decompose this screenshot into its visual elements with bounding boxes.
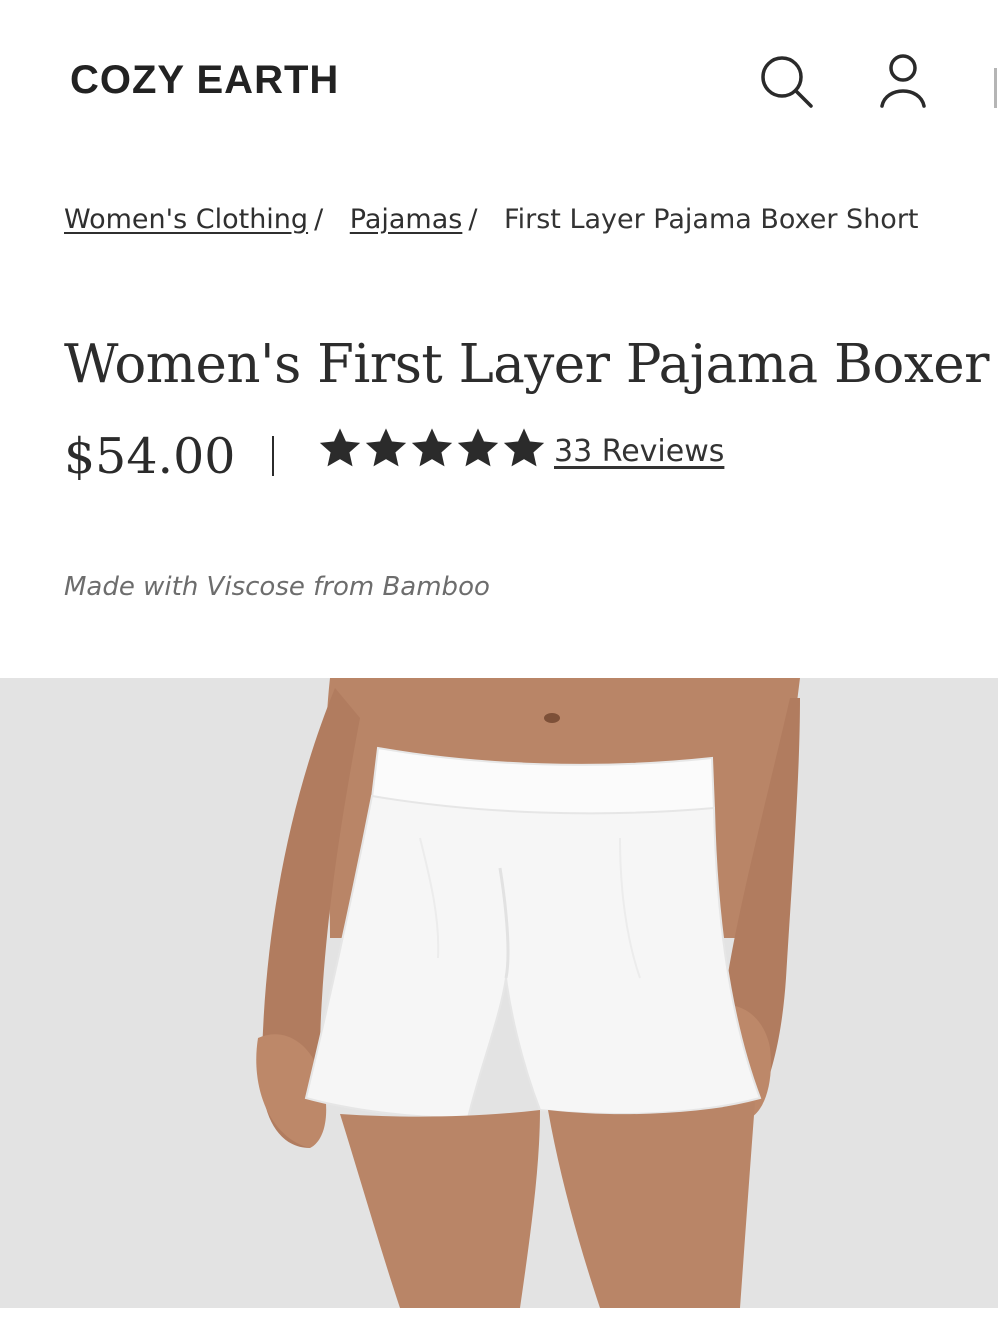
brand-logo[interactable]: COZY EARTH [70, 58, 339, 103]
product-material-note: Made with Viscose from Bamboo [64, 572, 490, 602]
divider [272, 436, 274, 476]
account-icon [880, 54, 926, 108]
product-title: Women's First Layer Pajama Boxer Short [64, 334, 1000, 395]
breadcrumb-link-womens-clothing[interactable]: Women's Clothing [64, 204, 308, 235]
star-rating[interactable] [318, 426, 546, 470]
breadcrumb: Women's Clothing / Pajamas / First Layer P… [64, 204, 919, 235]
star-icon [365, 428, 407, 467]
star-icon [319, 428, 361, 467]
breadcrumb-link-pajamas[interactable]: Pajamas [350, 204, 463, 235]
cart-icon-edge [994, 68, 997, 108]
search-button[interactable] [755, 50, 817, 112]
product-page: COZY EARTH Women's Clothing / Pajamas / Fi… [0, 0, 1000, 1333]
breadcrumb-current: First Layer Pajama Boxer Short [504, 204, 919, 235]
product-image[interactable] [0, 678, 998, 1308]
breadcrumb-separator: / [468, 204, 478, 235]
account-button[interactable] [872, 50, 934, 112]
star-icon [411, 428, 453, 467]
star-icon [457, 428, 499, 467]
reviews-link[interactable]: 33 Reviews [554, 434, 724, 469]
star-icon [503, 428, 545, 467]
search-icon [761, 56, 813, 108]
site-header: COZY EARTH [0, 0, 1000, 160]
breadcrumb-separator: / [314, 204, 324, 235]
product-price: $54.00 [64, 428, 236, 485]
product-photo [0, 678, 998, 1308]
